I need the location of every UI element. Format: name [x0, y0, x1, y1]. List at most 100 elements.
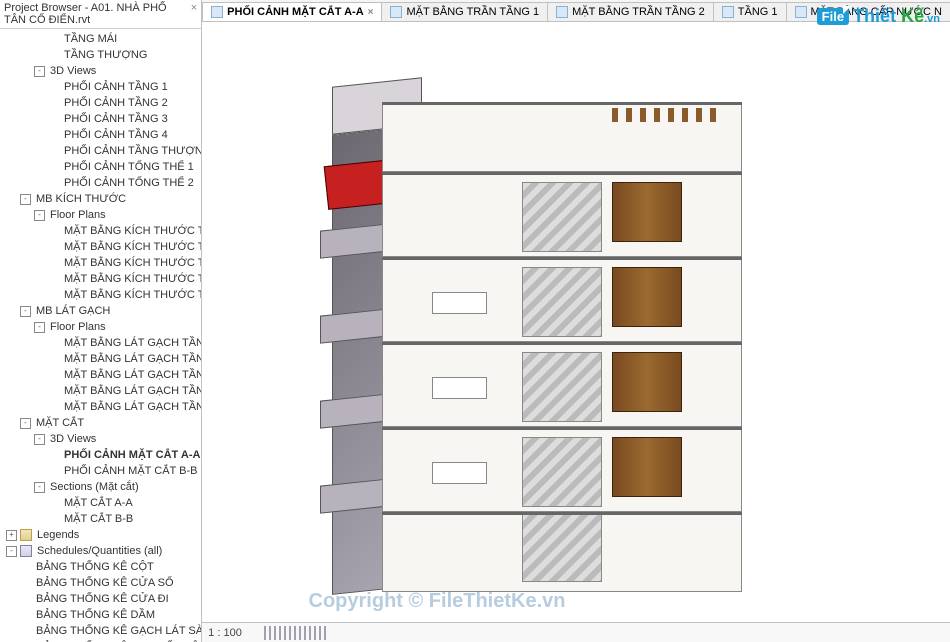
collapse-icon[interactable]: - [34, 434, 45, 445]
project-browser-tree[interactable]: TẦNG MÁITẦNG THƯỢNG-3D ViewsPHỐI CẢNH TẦ… [0, 29, 201, 642]
tree-item-label: MẶT BẰNG LÁT GẠCH TẦNG 1 [62, 336, 202, 350]
tree-item[interactable]: -MB LÁT GẠCH [0, 303, 201, 319]
collapse-icon[interactable]: - [34, 322, 45, 333]
tree-item-label: PHỐI CẢNH TỔNG THỂ 1 [62, 160, 196, 174]
tree-item[interactable]: PHỐI CẢNH TẦNG THƯỢNG [0, 143, 201, 159]
collapse-icon[interactable]: - [34, 66, 45, 77]
tree-item[interactable]: MẶT BẰNG KÍCH THƯỚC TẦNG 4 [0, 271, 201, 287]
tree-item[interactable]: MẶT BẰNG KÍCH THƯỚC TẦNG 3 [0, 255, 201, 271]
tree-item-label: PHỐI CẢNH TẦNG THƯỢNG [62, 144, 202, 158]
collapse-icon[interactable]: - [20, 306, 31, 317]
tree-item[interactable]: PHỐI CẢNH TẦNG 4 [0, 127, 201, 143]
tree-item[interactable]: MẶT BẰNG KÍCH THƯỚC TẦNG THƯỢNG [0, 287, 201, 303]
tree-item[interactable]: TẦNG MÁI [0, 31, 201, 47]
close-icon[interactable]: × [191, 2, 197, 26]
tree-item[interactable]: PHỐI CẢNH TẦNG 3 [0, 111, 201, 127]
tree-item[interactable]: MẶT BẰNG LÁT GẠCH TẦNG 1 [0, 335, 201, 351]
graphic-display-icon[interactable] [264, 626, 266, 640]
tree-item[interactable]: +Legends [0, 527, 201, 543]
view-tab-label: TẦNG 1 [738, 6, 778, 18]
tree-item[interactable]: - Schedules/Quantities (all) [0, 543, 201, 559]
tree-item-label: MẶT BẰNG KÍCH THƯỚC TẦNG 1 [62, 224, 202, 238]
view-tab-icon [722, 6, 734, 18]
collapse-icon[interactable]: - [34, 482, 45, 493]
tree-item-label: TẦNG THƯỢNG [62, 48, 149, 62]
tree-item-label: MẶT CẮT [34, 416, 86, 430]
tree-item[interactable]: MẶT BẰNG KÍCH THƯỚC TẦNG 1 [0, 223, 201, 239]
link-display-icon[interactable] [314, 626, 316, 640]
tree-item[interactable]: -Sections (Mặt cắt) [0, 479, 201, 495]
crop-region-icon[interactable] [289, 626, 291, 640]
tree-item[interactable]: -Floor Plans [0, 319, 201, 335]
view-tab-icon [556, 6, 568, 18]
view-control-bar[interactable]: 1 : 100 [202, 622, 950, 642]
tree-item[interactable]: PHỐI CẢNH TẦNG 1 [0, 79, 201, 95]
tree-item[interactable]: -Floor Plans [0, 207, 201, 223]
collapse-icon[interactable]: - [34, 210, 45, 221]
render-icon[interactable] [279, 626, 281, 640]
tree-item[interactable]: -MB KÍCH THƯỚC [0, 191, 201, 207]
tree-item-label: MẶT CẮT B-B [62, 512, 135, 526]
view-tab-icon [211, 6, 223, 18]
tree-item-label: Floor Plans [48, 320, 108, 334]
view-tab[interactable]: TẦNG 1 [713, 2, 787, 21]
tree-item[interactable]: -MẶT CẮT [0, 415, 201, 431]
tree-item[interactable]: BẢNG THỐNG KÊ GẠCH LÁT SÀN [0, 623, 201, 639]
tab-close-icon[interactable]: × [368, 7, 374, 18]
tree-item[interactable]: MẶT BẰNG LÁT GẠCH TẦNG 2 [0, 351, 201, 367]
tree-item[interactable]: BẢNG THỐNG KÊ CỬA ĐI [0, 591, 201, 607]
collapse-icon[interactable]: - [20, 418, 31, 429]
collapse-icon[interactable]: - [20, 194, 31, 205]
tree-item-label: MẶT CẮT A-A [62, 496, 135, 510]
tree-item-label: PHỐI CẢNH MẶT CẮT A-A [62, 448, 202, 462]
tree-item-label: BẢNG THỐNG KÊ DẦM [34, 608, 157, 622]
viewport-3d[interactable]: 1 : 100 [202, 22, 950, 642]
tree-item[interactable]: TẦNG THƯỢNG [0, 47, 201, 63]
tree-item-label: MẶT BẰNG LÁT GẠCH TẦNG 3 [62, 368, 202, 382]
tree-item[interactable]: PHỐI CẢNH TẦNG 2 [0, 95, 201, 111]
sun-path-icon[interactable] [269, 626, 271, 640]
tree-item[interactable]: PHỐI CẢNH TỔNG THỂ 1 [0, 159, 201, 175]
filter-icon[interactable] [319, 626, 321, 640]
collapse-icon[interactable]: - [6, 546, 17, 557]
shadows-icon[interactable] [274, 626, 276, 640]
tree-item[interactable]: PHỐI CẢNH TỔNG THỂ 2 [0, 175, 201, 191]
tree-item-label: MẶT BẰNG LÁT GẠCH TẦNG THƯỢNG [62, 400, 202, 414]
main-area: PHỐI CẢNH MẶT CẮT A-A × MẶT BẰNG TRẦN TẦNG… [202, 0, 950, 642]
view-tab-label: PHỐI CẢNH MẶT CẮT A-A [227, 6, 363, 18]
tree-item[interactable]: PHỐI CẢNH MẶT CẮT B-B [0, 463, 201, 479]
view-tab-icon [795, 6, 807, 18]
tree-item-label: PHỐI CẢNH TẦNG 4 [62, 128, 170, 142]
tree-item[interactable]: MẶT CẮT A-A [0, 495, 201, 511]
tree-item[interactable]: MẶT CẮT B-B [0, 511, 201, 527]
temp-hide-icon[interactable] [299, 626, 301, 640]
view-scale[interactable]: 1 : 100 [208, 627, 258, 639]
project-browser-panel[interactable]: Project Browser - A01. NHÀ PHỐ TÂN CỔ ĐI… [0, 0, 202, 642]
tree-item[interactable]: -3D Views [0, 63, 201, 79]
tree-item[interactable]: PHỐI CẢNH MẶT CẮT A-A [0, 447, 201, 463]
tree-item-label: MẶT BẰNG KÍCH THƯỚC TẦNG 4 [62, 272, 202, 286]
view-tab[interactable]: MẶT BẰNG TRẦN TẦNG 2 [547, 2, 714, 21]
worksets-icon[interactable] [309, 626, 311, 640]
tree-item[interactable]: BẢNG THỐNG KÊ CỘT [0, 559, 201, 575]
view-tab[interactable]: PHỐI CẢNH MẶT CẮT A-A × [202, 2, 382, 21]
section-box-icon[interactable] [324, 626, 326, 640]
reveal-icon[interactable] [304, 626, 306, 640]
tree-item[interactable]: -3D Views [0, 431, 201, 447]
tree-item[interactable]: BẢNG THỐNG KÊ DẦM [0, 607, 201, 623]
tree-item[interactable]: BẢNG THỐNG KÊ CỬA SỔ [0, 575, 201, 591]
view-tab[interactable]: MẶT BẰNG TRẦN TẦNG 1 [381, 2, 548, 21]
tree-item[interactable]: MẶT BẰNG LÁT GẠCH TẦNG 3 [0, 367, 201, 383]
tree-item-label: MẶT BẰNG KÍCH THƯỚC TẦNG 3 [62, 256, 202, 270]
tree-item[interactable]: MẶT BẰNG LÁT GẠCH TẦNG 4 [0, 383, 201, 399]
view-tab-icon [390, 6, 402, 18]
crop-icon[interactable] [284, 626, 286, 640]
project-browser-title: Project Browser - A01. NHÀ PHỐ TÂN CỔ ĐI… [4, 2, 191, 26]
tree-item[interactable]: MẶT BẰNG LÁT GẠCH TẦNG THƯỢNG [0, 399, 201, 415]
tree-item-label: PHỐI CẢNH TẦNG 2 [62, 96, 170, 110]
tree-item-label: MẶT BẰNG LÁT GẠCH TẦNG 4 [62, 384, 202, 398]
hidden-icon[interactable] [294, 626, 296, 640]
tree-item-label: Schedules/Quantities (all) [35, 544, 164, 558]
expand-icon[interactable]: + [6, 530, 17, 541]
tree-item[interactable]: MẶT BẰNG KÍCH THƯỚC TẦNG 2 [0, 239, 201, 255]
